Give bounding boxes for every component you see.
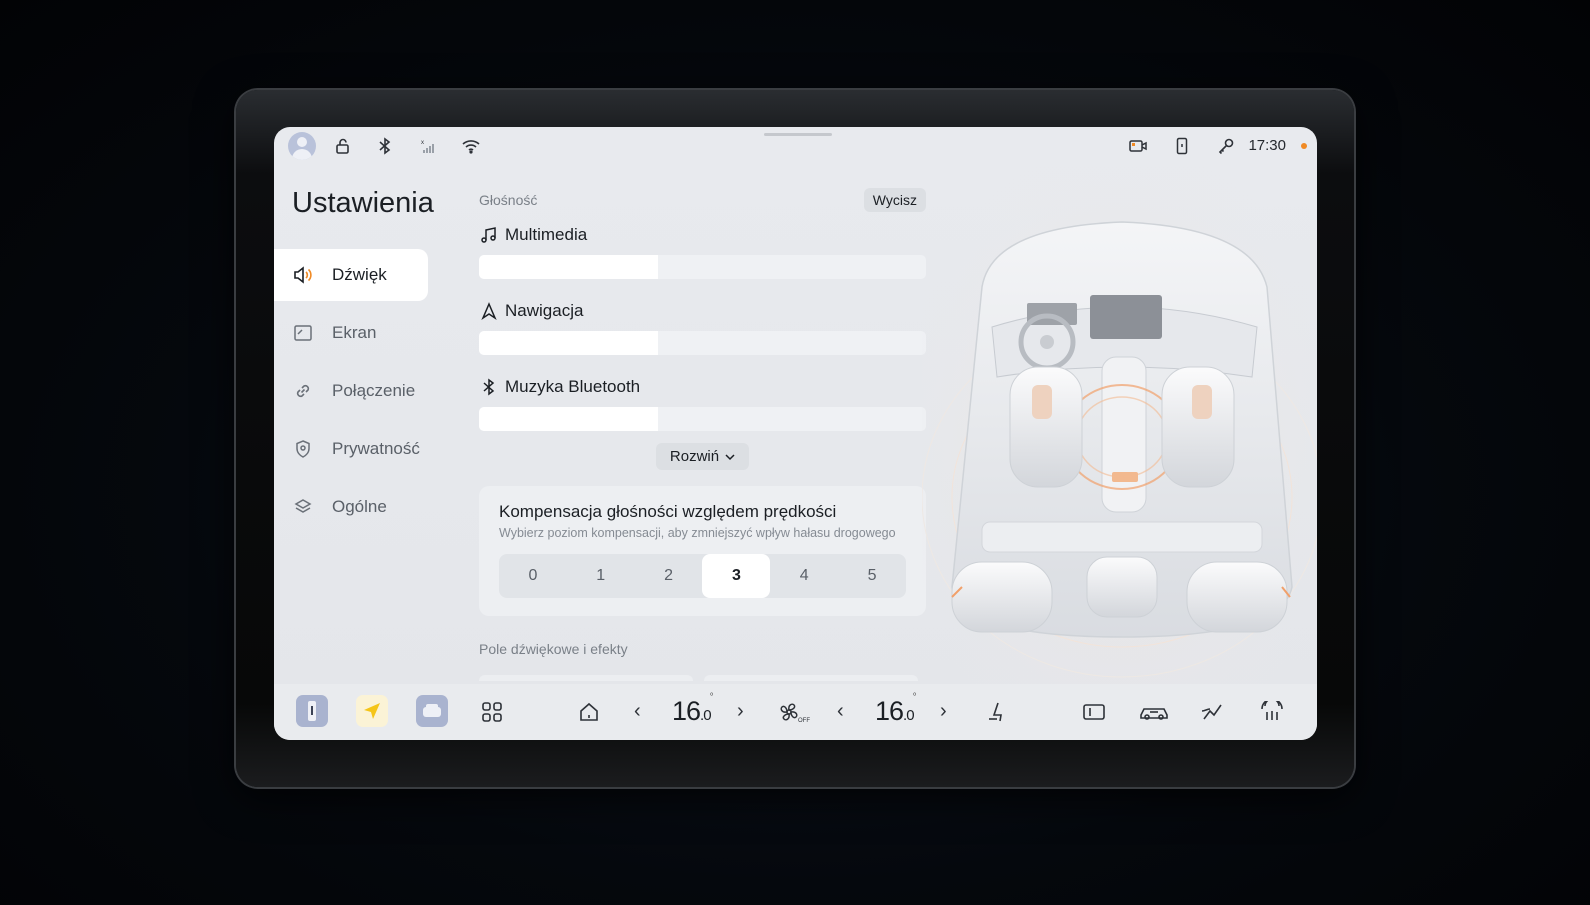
volume-slider-multimedia[interactable] xyxy=(479,255,926,279)
notification-dot[interactable] xyxy=(1301,143,1307,149)
temp-left-degree: ° xyxy=(709,692,714,703)
volume-slider-fill xyxy=(479,331,658,355)
wifi-icon[interactable] xyxy=(459,135,483,157)
car-interior-illustration xyxy=(921,167,1317,687)
fan-off-label: OFF xyxy=(798,718,810,724)
temp-right-increase-button[interactable]: › xyxy=(940,700,947,723)
volume-slider-navigation[interactable] xyxy=(479,331,926,355)
compensation-level-selector: 0 1 2 3 4 5 xyxy=(499,554,906,598)
sidebar-item-sound[interactable]: Dźwięk xyxy=(274,249,428,301)
wiper-icon[interactable] xyxy=(1197,695,1227,729)
seat-heat-icon[interactable] xyxy=(982,695,1008,729)
defrost-icon[interactable] xyxy=(1257,695,1287,729)
page-title: Ustawienia xyxy=(292,187,434,219)
volume-row-bluetooth-music: Muzyka Bluetooth xyxy=(479,375,926,431)
sidebar-item-label: Ogólne xyxy=(332,497,387,516)
compensation-option-4[interactable]: 4 xyxy=(770,554,838,598)
volume-row-navigation: Nawigacja xyxy=(479,299,926,355)
volume-label: Multimedia xyxy=(505,225,588,244)
sidebar-item-connection[interactable]: Połączenie xyxy=(274,365,429,417)
volume-slider-fill xyxy=(479,407,658,431)
phone-app-icon[interactable] xyxy=(296,695,328,727)
status-bar: x 17:30 xyxy=(274,127,1317,165)
sidebar-item-label: Dźwięk xyxy=(332,265,387,284)
temp-right-decimal: 0 xyxy=(906,707,914,724)
sound-settings-panel: Głośność Wycisz Multimedia Nawigacja Muz… xyxy=(479,187,926,616)
shield-icon xyxy=(292,438,314,460)
volume-slider-fill xyxy=(479,255,658,279)
compensation-option-1[interactable]: 1 xyxy=(567,554,635,598)
user-avatar[interactable] xyxy=(288,132,316,160)
cellular-signal-icon: x xyxy=(417,135,439,157)
phone-device-icon[interactable] xyxy=(1171,135,1193,157)
navigation-arrow-icon xyxy=(479,301,499,321)
display-icon xyxy=(292,322,314,344)
screen-mirror-icon[interactable] xyxy=(1079,695,1109,729)
svg-text:x: x xyxy=(421,140,424,146)
bluetooth-icon[interactable] xyxy=(374,135,396,157)
sound-field-card-peek[interactable] xyxy=(704,675,918,681)
fan-off-icon[interactable]: OFF xyxy=(777,695,811,729)
temp-right-whole: 16 xyxy=(875,696,904,726)
sidebar-item-display[interactable]: Ekran xyxy=(274,307,429,359)
infotainment-screen: x 17:30 Ustawienia Dźwięk Ekran Połączen… xyxy=(274,127,1317,740)
sidebar-item-label: Prywatność xyxy=(332,439,420,458)
home-icon[interactable] xyxy=(576,695,602,729)
chevron-down-icon xyxy=(725,453,735,460)
sidebar-item-label: Połączenie xyxy=(332,381,416,400)
compensation-option-2[interactable]: 2 xyxy=(635,554,703,598)
compensation-subtitle: Wybierz poziom kompensacji, aby zmniejsz… xyxy=(499,526,896,540)
car-app-icon[interactable] xyxy=(416,695,448,727)
compensation-option-0[interactable]: 0 xyxy=(499,554,567,598)
speaker-icon xyxy=(292,264,314,286)
link-icon xyxy=(292,380,314,402)
temp-left-increase-button[interactable]: › xyxy=(737,700,744,723)
navigation-app-icon[interactable] xyxy=(356,695,388,727)
sidebar-item-general[interactable]: Ogólne xyxy=(274,481,429,533)
temp-left-display[interactable]: 16.0 ° xyxy=(672,692,714,727)
sidebar-item-privacy[interactable]: Prywatność xyxy=(274,423,429,475)
apps-grid-icon[interactable] xyxy=(479,695,505,729)
layers-icon xyxy=(292,496,314,518)
temp-right-degree: ° xyxy=(912,692,917,703)
temp-left-decrease-button[interactable]: ‹ xyxy=(634,700,641,723)
bluetooth-icon xyxy=(479,377,499,397)
volume-row-multimedia: Multimedia xyxy=(479,223,926,279)
sound-field-card-peek[interactable] xyxy=(479,675,693,681)
temp-right-display[interactable]: 16.0 ° xyxy=(875,692,917,727)
camera-record-icon[interactable] xyxy=(1127,135,1149,157)
sidebar-item-label: Ekran xyxy=(332,323,377,342)
settings-nav: Dźwięk Ekran Połączenie Prywatność Ogóln… xyxy=(274,249,429,539)
compensation-option-3[interactable]: 3 xyxy=(702,554,771,598)
volume-label: Muzyka Bluetooth xyxy=(505,377,641,396)
expand-label: Rozwiń xyxy=(669,448,720,465)
volume-section-label: Głośność xyxy=(479,192,538,208)
volume-label: Nawigacja xyxy=(505,301,584,320)
compensation-option-5[interactable]: 5 xyxy=(838,554,906,598)
sound-field-section-label: Pole dźwiękowe i efekty xyxy=(479,641,628,657)
speed-compensation-card: Kompensacja głośności względem prędkości… xyxy=(479,486,926,616)
bottom-dock: ‹ 16.0 ° › OFF ‹ 16.0 ° › xyxy=(274,684,1317,740)
temp-left-decimal: 0 xyxy=(703,707,711,724)
car-status-icon[interactable] xyxy=(1137,695,1171,729)
lock-open-icon[interactable] xyxy=(332,135,354,157)
key-icon[interactable] xyxy=(1215,135,1237,157)
mute-button[interactable]: Wycisz xyxy=(863,188,926,212)
temp-left-whole: 16 xyxy=(672,696,701,726)
volume-slider-bluetooth-music[interactable] xyxy=(479,407,926,431)
expand-button[interactable]: Rozwiń xyxy=(655,443,750,470)
clock: 17:30 xyxy=(1248,137,1286,154)
temp-right-decrease-button[interactable]: ‹ xyxy=(837,700,844,723)
music-note-icon xyxy=(479,225,499,245)
compensation-title: Kompensacja głośności względem prędkości xyxy=(499,502,837,521)
